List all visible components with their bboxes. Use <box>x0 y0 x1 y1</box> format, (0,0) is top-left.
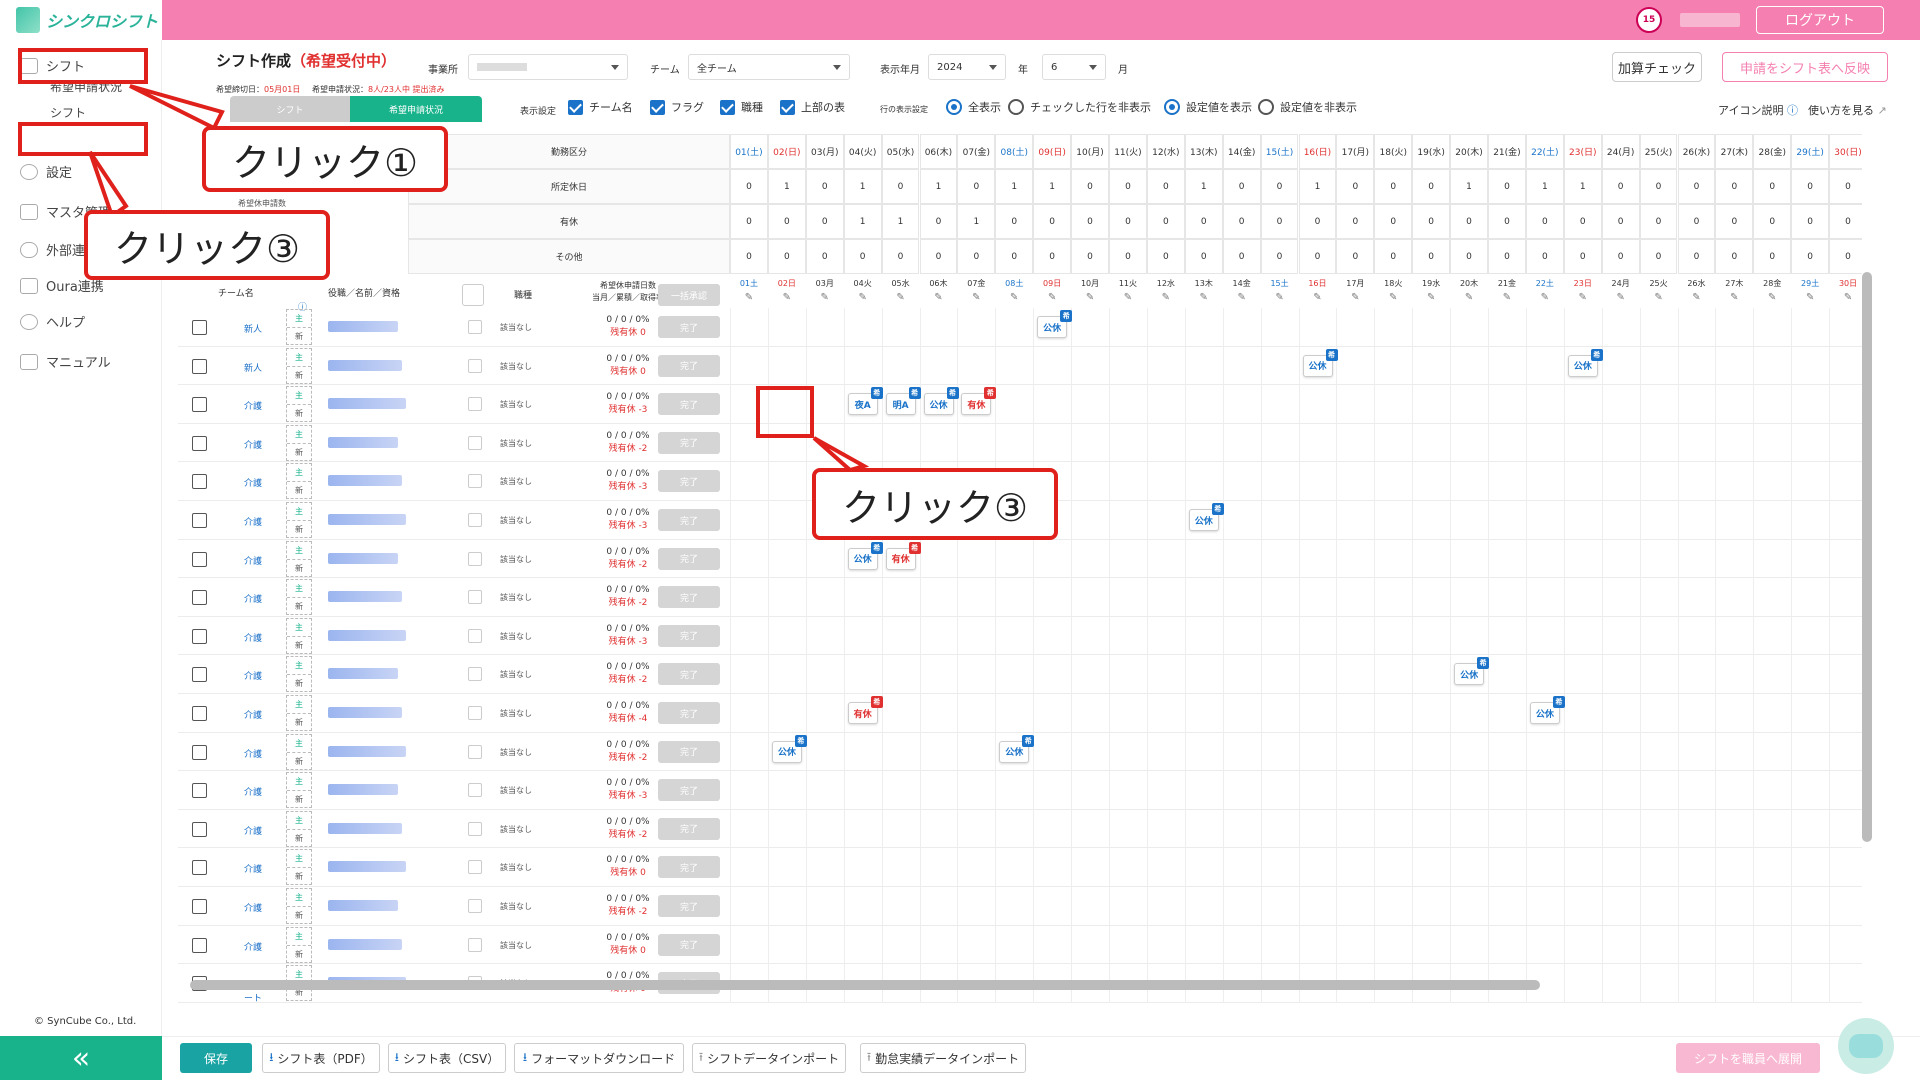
export-csv-button[interactable]: ⭳ シフト表（CSV） <box>388 1043 506 1073</box>
upload-icon: ⭱ <box>698 1049 704 1064</box>
pointer-c3a <box>88 150 129 220</box>
chatbot-icon[interactable] <box>1838 1018 1894 1074</box>
pointer-c3b <box>812 436 870 473</box>
format-download-button[interactable]: ⭳ フォーマットダウンロード <box>514 1043 684 1073</box>
attendance-import-button[interactable]: ⭱ 勤怠実績データインポート <box>860 1043 1026 1073</box>
button-label: シフトデータインポート <box>707 1051 840 1066</box>
callout-click-3b: クリック③ <box>812 468 1058 540</box>
save-button[interactable]: 保存 <box>180 1043 252 1073</box>
button-label: フォーマットダウンロード <box>531 1051 676 1066</box>
robot-face <box>1849 1034 1883 1058</box>
download-icon: ⭳ <box>522 1049 528 1064</box>
callout-click-1: クリック① <box>202 126 448 192</box>
download-icon: ⭳ <box>394 1049 399 1064</box>
button-label: シフト表（CSV） <box>402 1051 500 1066</box>
shift-import-button[interactable]: ⭱ シフトデータインポート <box>692 1043 846 1073</box>
button-label: シフト表（PDF） <box>277 1051 373 1066</box>
pointer-c1 <box>129 84 225 131</box>
bottom-toolbar: 保存 ⭳ シフト表（PDF） ⭳ シフト表（CSV） ⭳ フォーマットダウンロード ⭱… <box>162 1036 1920 1080</box>
upload-icon: ⭱ <box>866 1049 872 1064</box>
deploy-to-staff-button[interactable]: シフトを職員へ展開 <box>1676 1043 1820 1073</box>
download-icon: ⭳ <box>269 1049 274 1064</box>
callout-click-3a: クリック③ <box>84 210 330 280</box>
button-label: 勤怠実績データインポート <box>875 1051 1020 1066</box>
export-pdf-button[interactable]: ⭳ シフト表（PDF） <box>262 1043 380 1073</box>
